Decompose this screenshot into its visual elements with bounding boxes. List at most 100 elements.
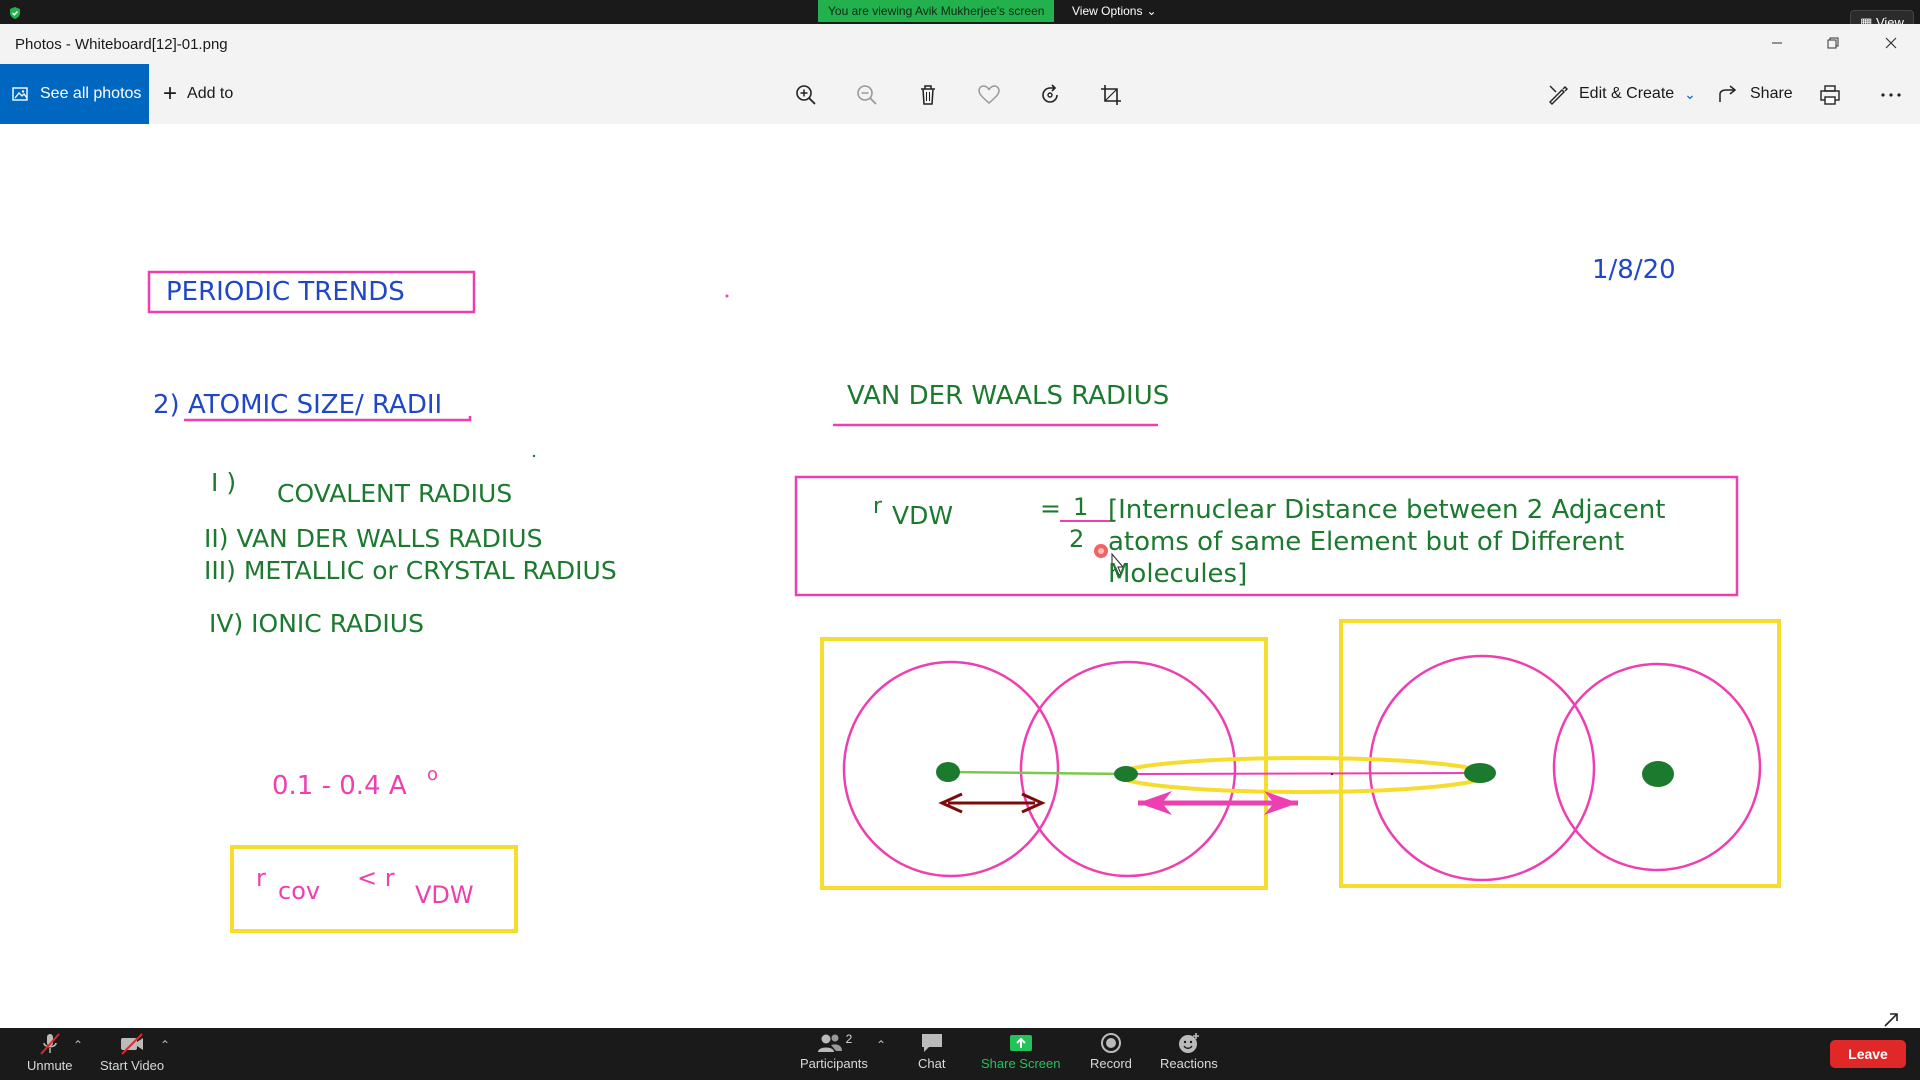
close-icon xyxy=(1885,37,1897,49)
stray-dot xyxy=(725,294,729,298)
start-video-label: Start Video xyxy=(100,1058,165,1073)
video-off-icon xyxy=(121,1033,144,1055)
reactions-button[interactable]: Reactions xyxy=(1160,1032,1218,1071)
share-screen-icon xyxy=(1009,1035,1032,1051)
record-icon xyxy=(1100,1033,1121,1053)
molecule-box-left xyxy=(820,637,1268,890)
heart-icon xyxy=(978,85,1000,104)
see-all-photos-label: See all photos xyxy=(40,85,142,102)
share-screen-button[interactable]: Share Screen xyxy=(981,1032,1061,1071)
rotate-button[interactable] xyxy=(1037,82,1063,108)
leave-button[interactable]: Leave xyxy=(1830,1040,1906,1068)
participants-label: Participants xyxy=(800,1056,868,1071)
formula-line: atoms of same Element but of Different xyxy=(1108,527,1625,557)
formula-line: Molecules] xyxy=(1108,559,1248,589)
whiteboard-date: 1/8/20 xyxy=(1592,255,1676,285)
restore-button[interactable] xyxy=(1818,28,1848,58)
view-options-label: View Options xyxy=(1072,4,1143,18)
zoom-meeting-controls: Unmute ⌃ Start Video ⌃ 2 Participants ⌃ … xyxy=(0,1028,1920,1080)
share-label: Share xyxy=(1750,85,1793,102)
section-heading: 2) ATOMIC SIZE/ RADII xyxy=(153,390,443,420)
restore-icon xyxy=(1827,37,1839,49)
plus-icon: + xyxy=(163,80,178,107)
reactions-label: Reactions xyxy=(1160,1056,1218,1071)
nucleus xyxy=(1114,766,1138,782)
viewing-banner: You are viewing Avik Mukherjee's screen xyxy=(818,0,1055,22)
chat-button[interactable]: Chat xyxy=(918,1032,945,1071)
nucleus xyxy=(1464,763,1496,783)
record-button[interactable]: Record xyxy=(1090,1032,1132,1071)
shield-icon xyxy=(10,7,20,19)
crop-icon xyxy=(1101,85,1121,105)
mic-muted-icon xyxy=(40,1033,60,1055)
range-text: 0.1 - 0.4 A xyxy=(272,771,407,801)
chat-label: Chat xyxy=(918,1056,946,1071)
formula-sub: VDW xyxy=(892,501,954,530)
window-title: Photos - Whiteboard[12]-01.png xyxy=(15,36,228,53)
minimize-button[interactable] xyxy=(1762,28,1792,58)
chevron-up-icon[interactable]: ⌃ xyxy=(73,1038,83,1052)
favorite-button[interactable] xyxy=(976,82,1002,108)
share-screen-label: Share Screen xyxy=(981,1056,1061,1071)
chevron-down-icon: ⌄ xyxy=(1146,4,1157,18)
window-title-bar: Photos - Whiteboard[12]-01.png xyxy=(0,24,1920,64)
share-icon xyxy=(1719,85,1737,102)
unmute-button[interactable]: Unmute xyxy=(27,1032,73,1073)
close-button[interactable] xyxy=(1876,28,1906,58)
expand-icon[interactable] xyxy=(1883,1012,1899,1028)
edit-icon xyxy=(1549,85,1568,105)
nucleus xyxy=(936,762,960,782)
crop-button[interactable] xyxy=(1098,82,1124,108)
list-item: II) VAN DER WALLS RADIUS xyxy=(204,524,543,553)
delete-icon xyxy=(921,85,935,105)
nucleus xyxy=(1642,761,1674,787)
comparison-r1: r xyxy=(256,864,266,892)
list-item: COVALENT RADIUS xyxy=(277,479,513,508)
photos-icon xyxy=(12,87,28,101)
delete-button[interactable] xyxy=(915,82,941,108)
more-options-button[interactable] xyxy=(1878,82,1904,108)
see-all-photos-button[interactable]: See all photos xyxy=(0,64,149,124)
edit-create-label: Edit & Create xyxy=(1579,85,1675,102)
whiteboard-title: PERIODIC TRENDS xyxy=(166,277,405,307)
chevron-up-icon[interactable]: ⌃ xyxy=(160,1038,170,1052)
formula-equals: = xyxy=(1040,494,1061,523)
participants-button[interactable]: 2 Participants xyxy=(800,1032,868,1071)
participant-count: 2 xyxy=(845,1032,853,1046)
formula-denominator: 2 xyxy=(1069,525,1085,553)
internuclear-line xyxy=(947,770,1127,776)
print-button[interactable] xyxy=(1817,82,1843,108)
start-video-button[interactable]: Start Video xyxy=(100,1032,164,1073)
unmute-label: Unmute xyxy=(27,1058,73,1073)
chat-icon xyxy=(921,1034,942,1052)
formula-line: [Internuclear Distance between 2 Adjacen… xyxy=(1108,495,1666,525)
comparison-sub1: cov xyxy=(278,877,321,905)
more-icon xyxy=(1881,93,1901,97)
comparison-sub2: VDW xyxy=(415,881,474,909)
print-icon xyxy=(1820,85,1840,105)
zoom-in-button[interactable] xyxy=(793,82,819,108)
add-to-button[interactable]: + Add to xyxy=(163,64,233,124)
view-options-button[interactable]: View Options ⌄ xyxy=(1064,0,1165,22)
share-button[interactable]: Share xyxy=(1718,64,1793,124)
stray-dot xyxy=(1330,772,1334,776)
smiley-icon xyxy=(1178,1033,1199,1053)
formula-numerator: 1 xyxy=(1073,493,1089,521)
rotate-icon xyxy=(1042,84,1058,103)
vdw-heading: VAN DER WAALS RADIUS xyxy=(847,381,1170,411)
zoom-in-icon xyxy=(796,85,816,105)
zoom-top-bar: You are viewing Avik Mukherjee's screen … xyxy=(0,0,1920,24)
chevron-up-icon[interactable]: ⌃ xyxy=(876,1038,886,1052)
covalent-radius-arrow xyxy=(938,792,1046,814)
record-label: Record xyxy=(1090,1056,1132,1071)
molecule-box-right xyxy=(1339,619,1781,888)
vdw-ellipse xyxy=(1116,756,1488,794)
add-to-label: Add to xyxy=(187,85,234,102)
formula-r: r xyxy=(873,494,883,519)
stray-dot xyxy=(532,454,536,458)
participants-icon xyxy=(817,1034,842,1052)
edit-create-button[interactable]: Edit & Create ⌄ xyxy=(1547,64,1696,124)
zoom-out-button[interactable] xyxy=(854,82,880,108)
laser-pointer-center xyxy=(1098,548,1104,554)
whiteboard-image: PERIODIC TRENDS 1/8/20 2) ATOMIC SIZE/ R… xyxy=(0,124,1920,1028)
